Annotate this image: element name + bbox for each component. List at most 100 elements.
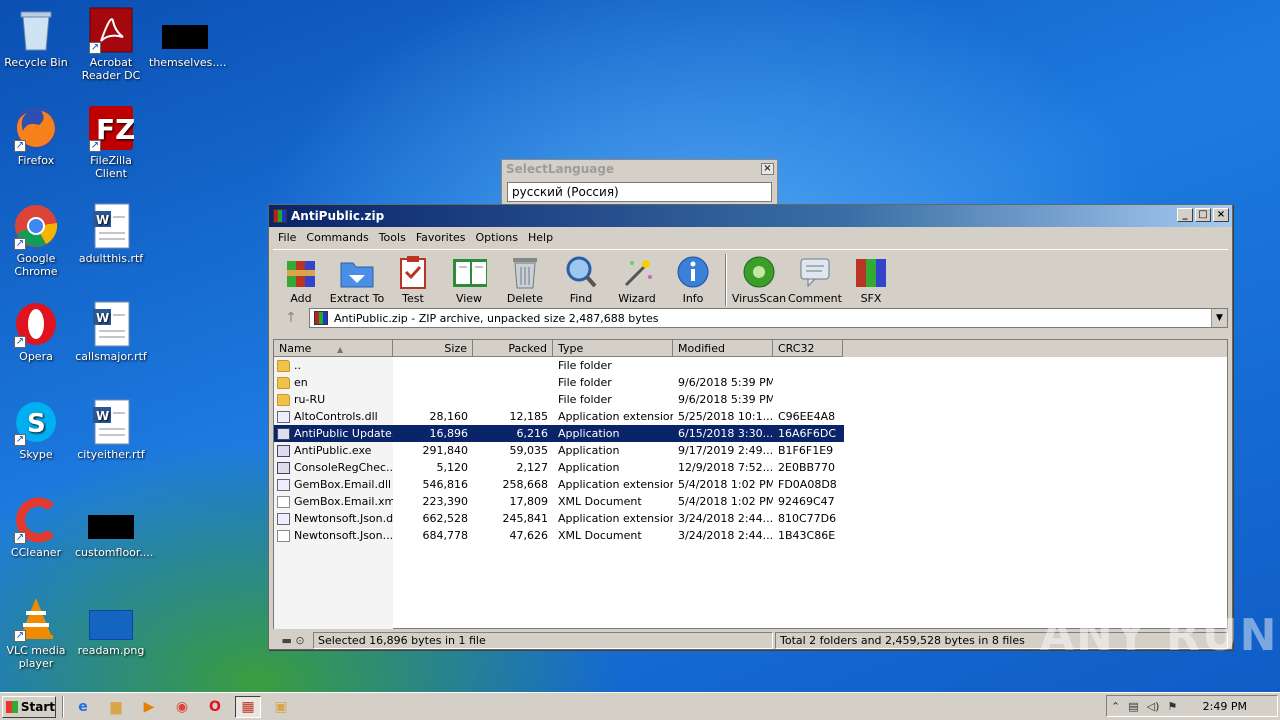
file-size-cell: 684,778: [422, 529, 469, 542]
file-name-cell: AntiPublic Update...: [274, 427, 393, 440]
file-size-cell: 16,896: [429, 427, 469, 440]
file-size-cell: 28,160: [429, 410, 469, 423]
close-icon[interactable]: ×: [761, 163, 774, 175]
file-list-body: .. File folder en File folder 9/6/2018 5:39 …: [274, 357, 1227, 629]
add-button[interactable]: Add: [273, 254, 329, 305]
close-button[interactable]: ×: [1213, 208, 1229, 222]
desktop-icon-vlc[interactable]: ↗ VLC media player: [0, 594, 72, 670]
desktop-icon-themselves[interactable]: themselves....: [149, 6, 226, 69]
extract-to-button[interactable]: Extract To: [329, 254, 385, 305]
delete-button[interactable]: Delete: [497, 254, 553, 305]
file-packed-cell: 17,809: [509, 495, 549, 508]
file-crc-cell: B1F6F1E9: [778, 444, 834, 457]
chevron-down-icon[interactable]: ▼: [1211, 309, 1227, 327]
file-row[interactable]: Newtonsoft.Json.... 684,778 47,626 XML Docu…: [274, 527, 1227, 544]
comment-button[interactable]: Comment: [787, 254, 843, 305]
shortcut-arrow-icon: ↗: [14, 238, 26, 250]
view-button[interactable]: View: [441, 254, 497, 305]
add-archive-icon: [283, 254, 319, 290]
info-button[interactable]: Info: [665, 254, 721, 305]
volume-icon[interactable]: ◁): [1147, 700, 1160, 713]
tray-expand-icon[interactable]: ⌃: [1111, 700, 1120, 713]
word-document-icon: W: [87, 202, 135, 250]
file-crc-cell: 92469C47: [778, 495, 835, 508]
shortcut-arrow-icon: ↗: [14, 630, 26, 642]
menu-tools[interactable]: Tools: [374, 231, 411, 244]
shortcut-arrow-icon: ↗: [14, 532, 26, 544]
network-icon[interactable]: ▤: [1128, 700, 1138, 713]
desktop-icon-skype[interactable]: S ↗ Skype: [0, 398, 72, 461]
file-type-cell: Application extension: [558, 410, 673, 423]
folder-file-icon: [277, 393, 290, 406]
file-crc-cell: C96EE4A8: [778, 410, 836, 423]
file-row[interactable]: Newtonsoft.Json.dll 662,528 245,841 Applica…: [274, 510, 1227, 527]
file-row[interactable]: ru-RU File folder 9/6/2018 5:39 PM: [274, 391, 1227, 408]
desktop-icon-firefox[interactable]: ↗ Firefox: [0, 104, 72, 167]
language-select[interactable]: русский (Россия): [507, 182, 772, 202]
file-row[interactable]: ConsoleRegChec... 5,120 2,127 Application 12…: [274, 459, 1227, 476]
desktop-icon-adultthis[interactable]: W adultthis.rtf: [75, 202, 147, 265]
test-button[interactable]: Test: [385, 254, 441, 305]
toolbar-separator: [725, 254, 727, 306]
winrar-task-icon[interactable]: ▦: [235, 695, 261, 718]
column-type-header[interactable]: Type: [553, 340, 673, 357]
file-row[interactable]: GemBox.Email.dll 546,816 258,668 Applicatio…: [274, 476, 1227, 493]
file-row[interactable]: AltoControls.dll 28,160 12,185 Application …: [274, 408, 1227, 425]
column-crc32-header[interactable]: CRC32: [773, 340, 843, 357]
svg-text:FZ: FZ: [96, 113, 134, 146]
maximize-button[interactable]: □: [1195, 208, 1211, 222]
column-packed-header[interactable]: Packed: [473, 340, 553, 357]
folder-file-icon: [277, 376, 290, 389]
desktop-icon-ccleaner[interactable]: ↗ CCleaner: [0, 496, 72, 559]
winrar-window: AntiPublic.zip _ □ × File Commands Tools…: [268, 204, 1233, 650]
shortcut-arrow-icon: ↗: [14, 434, 26, 446]
delete-trash-icon: [507, 254, 543, 290]
select-language-task-icon[interactable]: ▣: [268, 696, 294, 718]
menu-help[interactable]: Help: [523, 231, 558, 244]
desktop-icon-acrobat[interactable]: ↗ Acrobat Reader DC: [75, 6, 147, 82]
desktop-icon-cityeither[interactable]: W cityeither.rtf: [75, 398, 147, 461]
minimize-button[interactable]: _: [1177, 208, 1193, 222]
column-modified-header[interactable]: Modified: [673, 340, 773, 357]
file-size-cell: 223,390: [422, 495, 469, 508]
menu-favorites[interactable]: Favorites: [411, 231, 471, 244]
file-name-cell: ..: [274, 359, 393, 372]
file-row[interactable]: .. File folder: [274, 357, 1227, 374]
desktop-icon-opera[interactable]: ↗ Opera: [0, 300, 72, 363]
up-arrow-icon[interactable]: ↑: [273, 307, 309, 329]
desktop-icon-filezilla[interactable]: FZ ↗ FileZilla Client: [75, 104, 147, 180]
file-row[interactable]: en File folder 9/6/2018 5:39 PM: [274, 374, 1227, 391]
menu-commands[interactable]: Commands: [301, 231, 373, 244]
column-size-header[interactable]: Size: [393, 340, 473, 357]
sfx-button[interactable]: SFX: [843, 254, 899, 305]
wizard-button[interactable]: Wizard: [609, 254, 665, 305]
media-player-icon[interactable]: ▶: [136, 696, 162, 718]
find-button[interactable]: Find: [553, 254, 609, 305]
chrome-icon[interactable]: ◉: [169, 696, 195, 718]
image-file-icon: [87, 594, 135, 642]
desktop-icon-callsmajor[interactable]: W callsmajor.rtf: [75, 300, 147, 363]
clock[interactable]: 2:49 PM: [1203, 700, 1247, 713]
file-crc-cell: FD0A08D8: [778, 478, 837, 491]
opera-icon[interactable]: O: [202, 696, 228, 718]
column-name-header[interactable]: Name ▲: [274, 340, 393, 357]
window-titlebar[interactable]: AntiPublic.zip _ □ ×: [269, 205, 1232, 227]
menu-file[interactable]: File: [273, 231, 301, 244]
start-button[interactable]: Start: [2, 695, 56, 718]
virusscan-button[interactable]: VirusScan: [731, 254, 787, 305]
file-name-cell: ConsoleRegChec...: [274, 461, 393, 474]
explorer-icon[interactable]: ▆: [103, 696, 129, 718]
file-modified-cell: 3/24/2018 2:44...: [678, 529, 773, 542]
desktop-icon-readam[interactable]: readam.png: [75, 594, 147, 657]
desktop-icon-customfloor[interactable]: customfloor....: [75, 496, 153, 559]
file-row[interactable]: GemBox.Email.xml 223,390 17,809 XML Documen…: [274, 493, 1227, 510]
desktop-icon-chrome[interactable]: ↗ Google Chrome: [0, 202, 72, 278]
path-field[interactable]: AntiPublic.zip - ZIP archive, unpacked s…: [309, 308, 1228, 328]
desktop-icon-recycle-bin[interactable]: Recycle Bin: [0, 6, 72, 69]
menu-options[interactable]: Options: [471, 231, 523, 244]
flag-icon[interactable]: ⚑: [1167, 700, 1177, 713]
file-row[interactable]: AntiPublic Update... 16,896 6,216 Applicati…: [274, 425, 844, 442]
ie-icon[interactable]: e: [70, 696, 96, 718]
file-row[interactable]: AntiPublic.exe 291,840 59,035 Application 9/…: [274, 442, 1227, 459]
file-type-cell: XML Document: [558, 495, 642, 508]
